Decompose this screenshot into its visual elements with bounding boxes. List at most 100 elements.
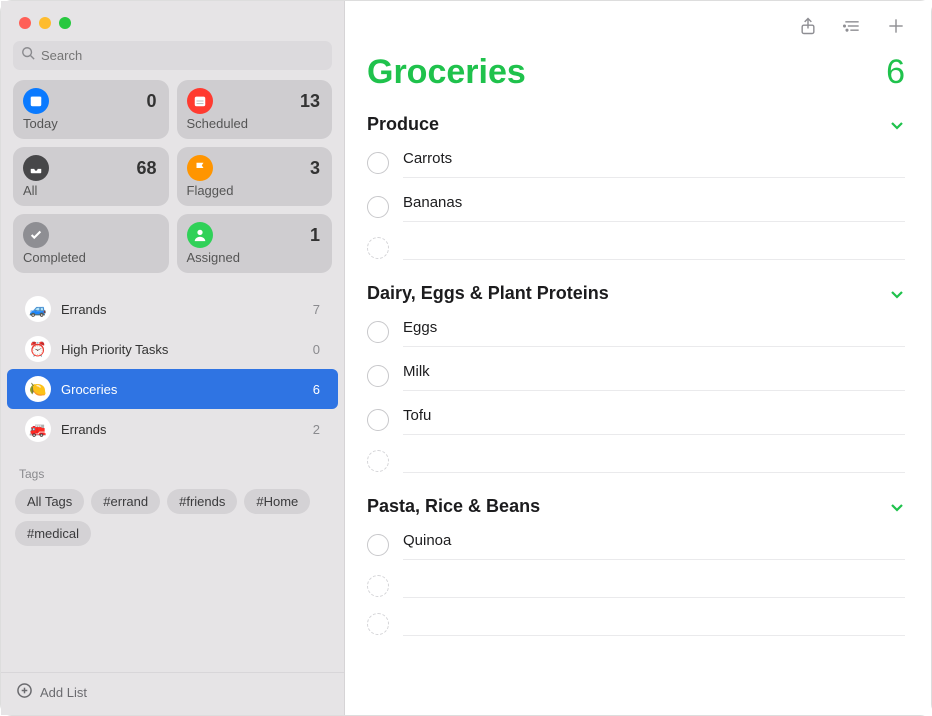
sidebar-list-groceries[interactable]: 🍋 Groceries 6 [7, 369, 338, 409]
section-title: Produce [367, 114, 439, 135]
smart-card-label: Flagged [187, 183, 321, 198]
new-reminder-circle-icon [367, 450, 389, 472]
tags-heading: Tags [19, 467, 326, 481]
person-icon [187, 222, 213, 248]
complete-toggle[interactable] [367, 152, 389, 174]
main-panel: Groceries 6 Produce Carrots Bananas Dair… [345, 1, 931, 715]
list-title: Groceries [367, 53, 526, 92]
smart-card-today[interactable]: 0 Today [13, 80, 169, 139]
section-header[interactable]: Dairy, Eggs & Plant Proteins [345, 277, 931, 310]
share-button[interactable] [797, 15, 819, 37]
new-reminder-circle-icon [367, 575, 389, 597]
list-label: High Priority Tasks [61, 342, 303, 357]
list-icon: 🚒 [25, 416, 51, 442]
reminder-row[interactable]: Milk [345, 354, 931, 398]
window-controls [1, 1, 344, 37]
list-count: 6 [886, 53, 905, 92]
list-count: 0 [313, 342, 320, 357]
search-field[interactable] [13, 41, 332, 70]
search-input[interactable] [41, 48, 324, 63]
smart-card-label: Today [23, 116, 157, 131]
reminder-row[interactable]: Bananas [345, 185, 931, 229]
tag-chip[interactable]: #Home [244, 489, 310, 514]
smart-card-count: 13 [300, 91, 320, 112]
calendar-icon [23, 88, 49, 114]
reminder-title[interactable]: Quinoa [403, 530, 905, 560]
new-reminder-input[interactable] [403, 612, 905, 636]
zoom-window-button[interactable] [59, 17, 71, 29]
smart-card-scheduled[interactable]: 13 Scheduled [177, 80, 333, 139]
add-list-button[interactable]: Add List [1, 672, 344, 715]
reminder-title[interactable]: Tofu [403, 405, 905, 435]
list-count: 6 [313, 382, 320, 397]
new-reminder-circle-icon [367, 237, 389, 259]
smart-card-completed[interactable]: Completed [13, 214, 169, 273]
smart-card-assigned[interactable]: 1 Assigned [177, 214, 333, 273]
check-icon [23, 222, 49, 248]
view-options-button[interactable] [841, 15, 863, 37]
complete-toggle[interactable] [367, 321, 389, 343]
chevron-down-icon [889, 499, 905, 515]
list-icon: 🚙 [25, 296, 51, 322]
new-reminder-circle-icon [367, 613, 389, 635]
toolbar [345, 1, 931, 41]
add-list-label: Add List [40, 685, 87, 700]
new-reminder-input[interactable] [403, 449, 905, 473]
sidebar-list-errands2[interactable]: 🚒 Errands 2 [7, 409, 338, 449]
section-header[interactable]: Pasta, Rice & Beans [345, 490, 931, 523]
new-reminder-row[interactable] [345, 229, 931, 267]
add-reminder-button[interactable] [885, 15, 907, 37]
list-icon: ⏰ [25, 336, 51, 362]
complete-toggle[interactable] [367, 534, 389, 556]
smart-card-count: 68 [136, 158, 156, 179]
smart-card-count: 0 [146, 91, 156, 112]
tag-chip[interactable]: #errand [91, 489, 160, 514]
close-window-button[interactable] [19, 17, 31, 29]
list-count: 7 [313, 302, 320, 317]
calendar-lines-icon [187, 88, 213, 114]
smart-card-label: All [23, 183, 157, 198]
reminder-title[interactable]: Milk [403, 361, 905, 391]
complete-toggle[interactable] [367, 365, 389, 387]
section-header[interactable]: Produce [345, 108, 931, 141]
new-reminder-input[interactable] [403, 574, 905, 598]
reminder-row[interactable]: Tofu [345, 398, 931, 442]
smart-card-all[interactable]: 68 All [13, 147, 169, 206]
reminder-title[interactable]: Eggs [403, 317, 905, 347]
tag-chip[interactable]: #friends [167, 489, 237, 514]
reminder-row[interactable]: Quinoa [345, 523, 931, 567]
smart-card-label: Completed [23, 250, 157, 265]
list-label: Errands [61, 422, 303, 437]
list-icon: 🍋 [25, 376, 51, 402]
plus-circle-icon [17, 683, 32, 701]
list-label: Groceries [61, 382, 303, 397]
search-icon [21, 46, 35, 65]
smart-card-label: Scheduled [187, 116, 321, 131]
section-title: Dairy, Eggs & Plant Proteins [367, 283, 609, 304]
chevron-down-icon [889, 117, 905, 133]
new-reminder-row[interactable] [345, 442, 931, 480]
smart-card-flagged[interactable]: 3 Flagged [177, 147, 333, 206]
sidebar-list-high[interactable]: ⏰ High Priority Tasks 0 [7, 329, 338, 369]
reminder-row[interactable]: Carrots [345, 141, 931, 185]
section-title: Pasta, Rice & Beans [367, 496, 540, 517]
reminder-row[interactable]: Eggs [345, 310, 931, 354]
new-reminder-row[interactable] [345, 605, 931, 643]
complete-toggle[interactable] [367, 409, 389, 431]
sidebar-list-errands1[interactable]: 🚙 Errands 7 [7, 289, 338, 329]
tray-icon [23, 155, 49, 181]
list-label: Errands [61, 302, 303, 317]
tag-chip[interactable]: All Tags [15, 489, 84, 514]
new-reminder-input[interactable] [403, 236, 905, 260]
flag-icon [187, 155, 213, 181]
chevron-down-icon [889, 286, 905, 302]
smart-card-label: Assigned [187, 250, 321, 265]
complete-toggle[interactable] [367, 196, 389, 218]
sidebar: 0 Today 13 Scheduled 68 All 3 Flagged Co… [1, 1, 345, 715]
minimize-window-button[interactable] [39, 17, 51, 29]
smart-card-count: 3 [310, 158, 320, 179]
reminder-title[interactable]: Bananas [403, 192, 905, 222]
new-reminder-row[interactable] [345, 567, 931, 605]
tag-chip[interactable]: #medical [15, 521, 91, 546]
reminder-title[interactable]: Carrots [403, 148, 905, 178]
